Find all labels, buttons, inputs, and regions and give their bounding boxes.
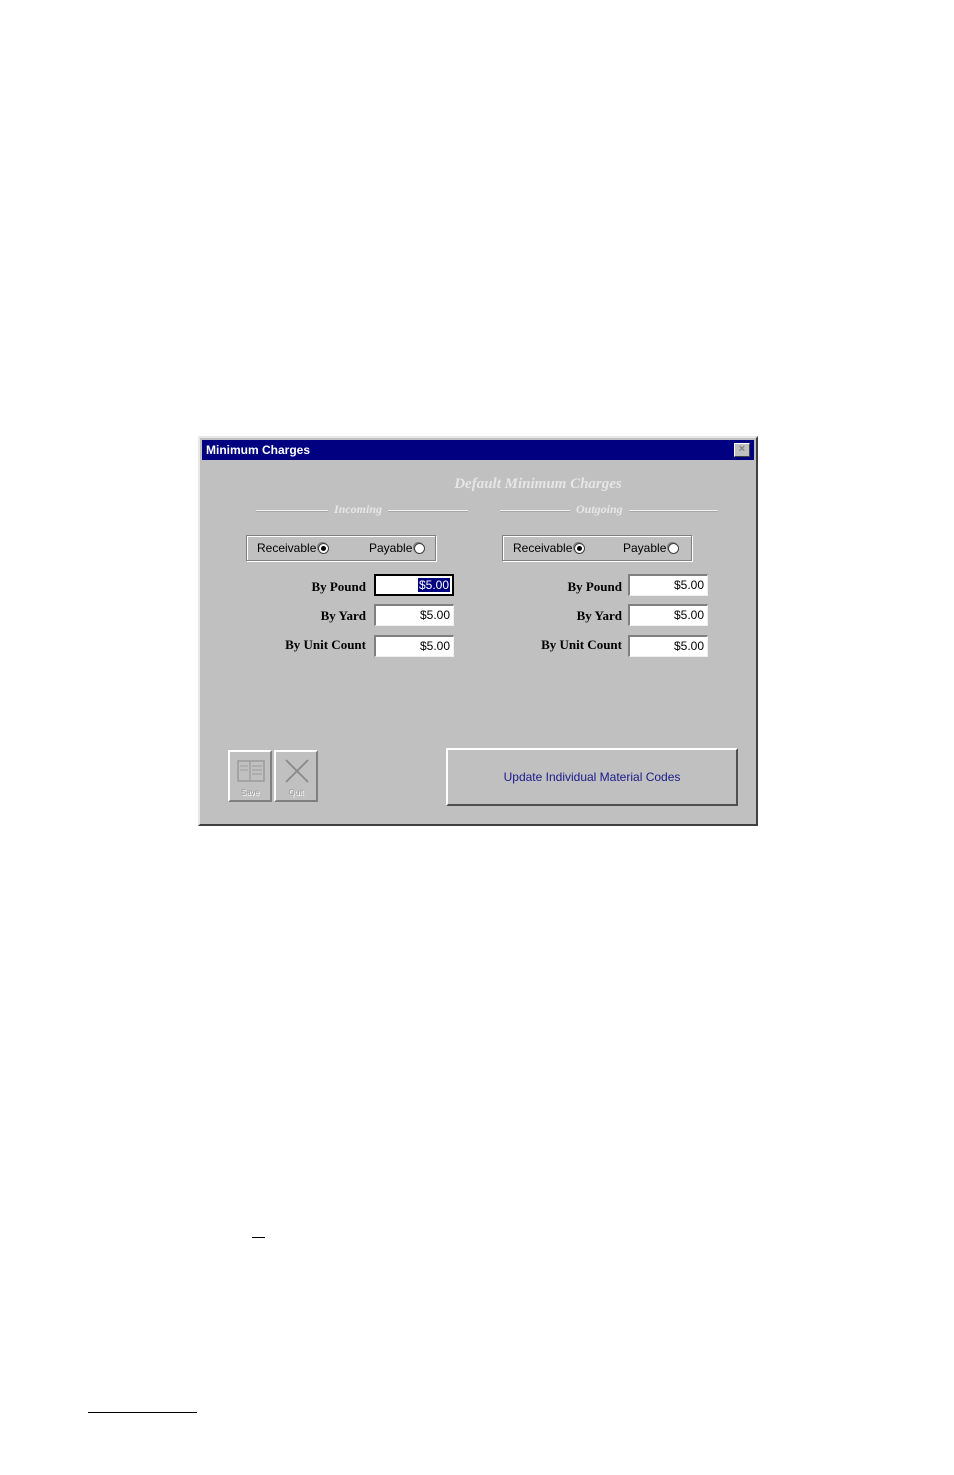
default-minimum-charges-heading: Default Minimum Charges xyxy=(454,476,622,492)
incoming-payable-label: Payable xyxy=(369,541,413,555)
title-bar[interactable]: Minimum Charges × xyxy=(202,440,754,460)
incoming-by-yard-label: By Yard xyxy=(320,608,366,623)
outgoing-account-type-group: Receivable Payable xyxy=(502,535,692,561)
incoming-by-pound-value: $5.00 xyxy=(417,578,450,592)
outgoing-payable-option[interactable]: Payable xyxy=(623,541,680,555)
outgoing-payable-label: Payable xyxy=(623,541,667,555)
page: Minimum Charges × Default Minimum Charge… xyxy=(0,0,954,1475)
outgoing-payable-radio[interactable] xyxy=(668,542,680,554)
incoming-by-unit-count-label: By Unit Count xyxy=(285,637,366,652)
close-button[interactable]: × xyxy=(734,443,750,457)
outgoing-by-pound-label: By Pound xyxy=(567,579,622,594)
outgoing-by-yard-label: By Yard xyxy=(576,608,622,623)
incoming-payable-radio[interactable] xyxy=(414,542,426,554)
incoming-by-pound-input[interactable]: $5.00 xyxy=(374,574,454,596)
incoming-receivable-label: Receivable xyxy=(257,541,317,555)
quit-caption: Quit xyxy=(288,788,304,797)
incoming-by-unit-count-input[interactable]: $5.00 xyxy=(374,635,454,657)
outgoing-by-unit-count-label: By Unit Count xyxy=(541,637,622,652)
outgoing-by-pound-input[interactable]: $5.00 xyxy=(628,574,708,596)
update-material-codes-label: Update Individual Material Codes xyxy=(503,770,681,784)
window-title: Minimum Charges xyxy=(206,443,311,457)
quit-button[interactable]: Quit xyxy=(274,750,318,802)
incoming-by-yard-input[interactable]: $5.00 xyxy=(374,604,454,626)
outgoing-by-unit-count-input[interactable]: $5.00 xyxy=(628,635,708,657)
incoming-by-pound-label: By Pound xyxy=(311,579,366,594)
save-icon xyxy=(237,760,265,782)
save-caption: Save xyxy=(240,788,260,797)
incoming-receivable-option[interactable]: Receivable xyxy=(257,541,330,555)
outgoing-label: Outgoing xyxy=(570,502,629,517)
minimum-charges-dialog: Minimum Charges × Default Minimum Charge… xyxy=(198,436,758,826)
outgoing-by-yard-input[interactable]: $5.00 xyxy=(628,604,708,626)
incoming-label: Incoming xyxy=(328,502,389,517)
close-icon: × xyxy=(738,443,746,455)
update-material-codes-button[interactable]: Update Individual Material Codes xyxy=(446,748,738,806)
outgoing-receivable-label: Receivable xyxy=(513,541,573,555)
incoming-payable-option[interactable]: Payable xyxy=(369,541,426,555)
incoming-receivable-radio[interactable] xyxy=(318,542,330,554)
quit-icon xyxy=(285,759,309,783)
page-mark xyxy=(252,1237,265,1238)
incoming-account-type-group: Receivable Payable xyxy=(246,535,436,561)
footnote-rule xyxy=(88,1412,197,1413)
outgoing-receivable-option[interactable]: Receivable xyxy=(513,541,586,555)
outgoing-receivable-radio[interactable] xyxy=(574,542,586,554)
save-button[interactable]: Save xyxy=(228,750,272,802)
